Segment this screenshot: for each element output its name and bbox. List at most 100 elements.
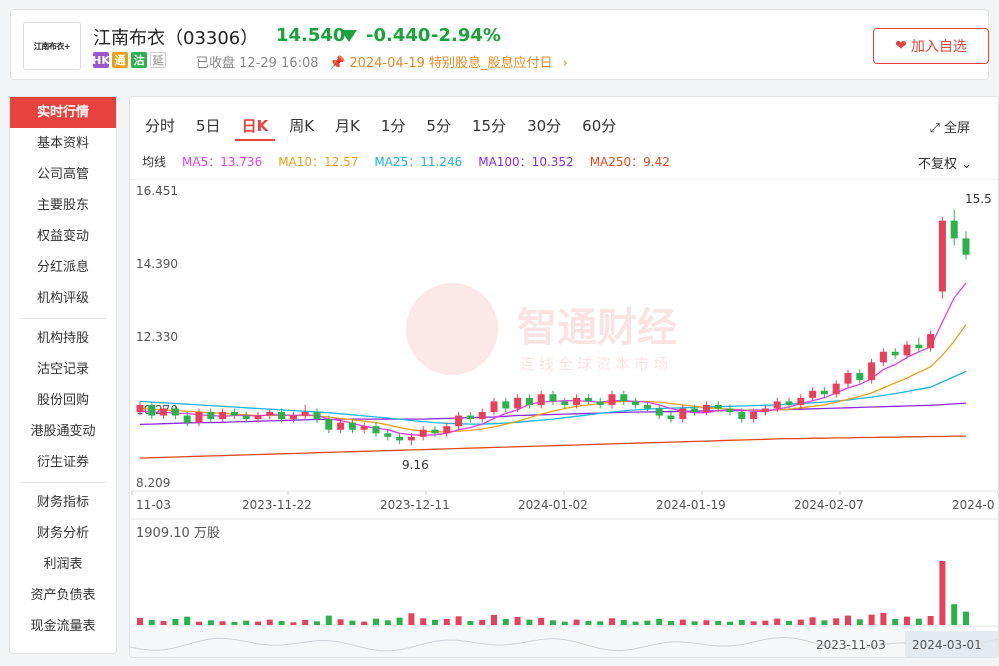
volume-max-label: 1909.10 万股 (136, 526, 220, 541)
volume-bar (148, 619, 155, 625)
volume-bar (160, 620, 167, 625)
volume-bar (620, 619, 627, 625)
kline-chart[interactable]: 16.45114.39012.33010.2708.20911-03 2023-1… (130, 179, 999, 658)
stock-price: 14.540 (276, 25, 346, 46)
volume-bar (337, 619, 344, 625)
candle-body (266, 412, 274, 416)
ma250-line (139, 435, 966, 459)
sidebar-item[interactable]: 资产负债表 (10, 580, 116, 611)
candle-body (938, 220, 946, 292)
candle-body (431, 429, 439, 434)
sidebar-item[interactable]: 港股通变动 (10, 416, 116, 447)
candle-body (797, 397, 805, 405)
badge-short: 沽 (131, 52, 147, 68)
candle-body (478, 412, 486, 420)
candle-body (525, 397, 533, 405)
ma-legend-item: MA100：10.352 (478, 155, 574, 169)
heart-icon: ❤ (895, 38, 907, 54)
candle-body (549, 394, 557, 402)
candle-body (360, 426, 368, 430)
low-price-label: 9.16 (402, 458, 429, 472)
candle-body (242, 415, 250, 420)
period-tab[interactable]: 60分 (575, 111, 623, 141)
sidebar-item[interactable]: 实时行情 (10, 97, 116, 128)
badge-connect: 通 (112, 52, 128, 68)
range-start-label: 2023-11-03 (816, 638, 886, 652)
volume-bar (255, 621, 261, 625)
sidebar-item[interactable]: 财务分析 (10, 518, 116, 549)
volume-bar (502, 618, 509, 625)
volume-bar (266, 619, 273, 625)
candle-body (856, 373, 864, 381)
volume-bar (573, 619, 580, 625)
period-tab[interactable]: 15分 (465, 111, 513, 141)
adjust-dropdown[interactable]: 不复权 ⌄ (918, 153, 972, 172)
candle-body (879, 351, 887, 363)
chevron-down-icon: ⌄ (961, 157, 972, 172)
sidebar-item[interactable]: 基本资料 (10, 128, 116, 159)
add-watchlist-label: 加入自选 (910, 39, 967, 55)
period-tab[interactable]: 周K (282, 111, 321, 141)
candle-body (219, 412, 227, 420)
ma-legend: 均线 MA5：13.736 MA10：12.57 MA25：11.246 MA100：… (142, 153, 686, 170)
volume-bar (904, 616, 910, 625)
sidebar-item[interactable]: 主要股东 (10, 190, 116, 221)
period-tabs: 分时 5日 日K 周K 月K 1分 5分 15分 30分 60分 (130, 111, 623, 141)
volume-bar (644, 620, 651, 625)
sidebar-divider (20, 482, 106, 483)
candle-body (278, 412, 286, 420)
sidebar-item[interactable]: 分红派息 (10, 252, 116, 283)
badge-delay: 延 (150, 52, 166, 68)
volume-bar (880, 612, 887, 625)
candle-body (195, 412, 203, 423)
sidebar-item[interactable]: 机构评级 (10, 283, 116, 314)
sidebar-item[interactable]: 财务指标 (10, 487, 116, 518)
sidebar-item[interactable]: 现金流量表 (10, 611, 116, 642)
period-tab[interactable]: 1分 (374, 111, 413, 141)
volume-bar (809, 617, 816, 625)
period-tab[interactable]: 5分 (419, 111, 458, 141)
down-arrow-icon (341, 30, 357, 42)
candle-body (620, 394, 628, 402)
sidebar-item[interactable]: 沽空记录 (10, 354, 116, 385)
period-tab[interactable]: 分时 (138, 111, 182, 141)
candle-body (207, 412, 215, 420)
candle-body (679, 408, 687, 420)
sidebar-nav: 实时行情 基本资料 公司高管 主要股东 权益变动 分红派息 机构评级机构持股 沽空记录 股份回购… (9, 96, 117, 654)
sidebar-item[interactable]: 权益变动 (10, 221, 116, 252)
volume-bar (762, 620, 769, 625)
volume-bar (856, 619, 863, 625)
candle-body (962, 238, 970, 255)
event-notice[interactable]: 📌 2024-04-19 特别股息_股息应付日 › (329, 52, 568, 71)
y-tick-label: 16.451 (136, 184, 178, 198)
sidebar-item[interactable]: 机构持股 (10, 323, 116, 354)
y-tick-label: 14.390 (136, 257, 178, 271)
volume-bar (479, 619, 486, 625)
candle-body (325, 419, 333, 430)
volume-bar (632, 621, 639, 625)
volume-bar (738, 619, 745, 625)
period-tab[interactable]: 月K (328, 111, 367, 141)
period-tab[interactable]: 30分 (520, 111, 568, 141)
fullscreen-button[interactable]: ⤢ 全屏 (929, 117, 970, 136)
volume-bar (373, 618, 379, 625)
candle-body (502, 401, 510, 409)
company-logo: 江南布衣+ (23, 22, 81, 70)
candle-body (632, 401, 640, 405)
sidebar-item[interactable]: 利润表 (10, 549, 116, 580)
period-tab[interactable]: 日K (234, 111, 276, 141)
candle-body (537, 394, 545, 405)
volume-bar (538, 617, 545, 625)
candle-body (832, 383, 840, 395)
sidebar-item[interactable]: 公司高管 (10, 159, 116, 190)
volume-bar (963, 611, 969, 625)
volume-bar (314, 621, 320, 625)
sidebar-item[interactable]: 衍生证券 (10, 447, 116, 478)
period-tab[interactable]: 5日 (189, 111, 228, 141)
volume-bar (243, 620, 250, 625)
volume-bar (219, 621, 226, 625)
x-tick-label: 2023-12-11 (380, 498, 450, 512)
volume-bar (668, 620, 674, 625)
sidebar-item[interactable]: 股份回购 (10, 385, 116, 416)
add-watchlist-button[interactable]: ❤ 加入自选 (873, 28, 989, 64)
